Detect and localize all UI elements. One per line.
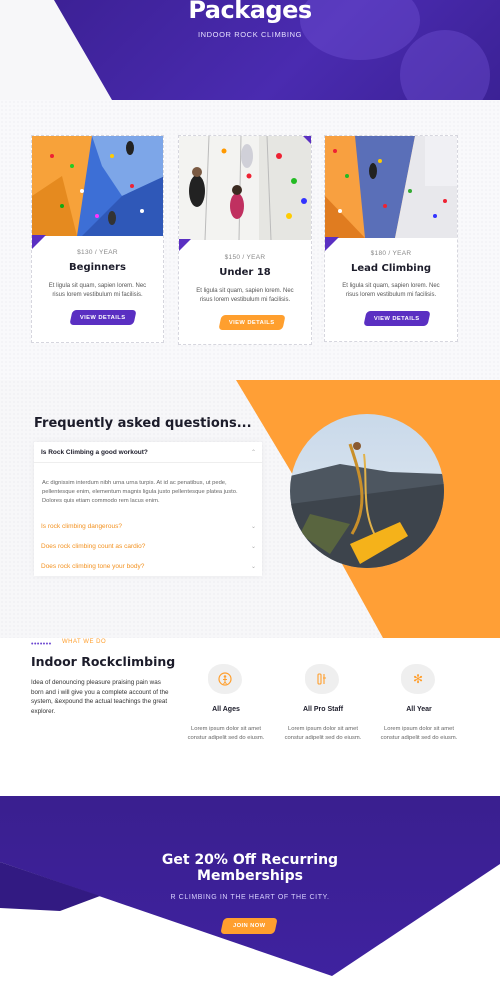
what-we-do-section: ••••••• WHAT WE DO Indoor Rockclimbing I… <box>0 638 500 796</box>
section-label: WHAT WE DO <box>62 639 107 645</box>
faq-section: Frequently asked questions... Is Rock Cl… <box>0 380 500 638</box>
section-title: Indoor Rockclimbing <box>31 654 176 669</box>
faq-accordion: Is Rock Climbing a good workout? ⌃ Ac di… <box>34 442 262 576</box>
dots-decor: ••••••• <box>31 641 52 648</box>
faq-question[interactable]: Is rock climbing dangerous? ⌄ <box>41 523 256 530</box>
faq-question-text: Does rock climbing count as cardio? <box>41 543 146 550</box>
lead-climbing-image <box>325 136 457 238</box>
feature-all-year: ✻ All Year Lorem ipsum dolor sit amet co… <box>369 664 469 764</box>
package-title: Under 18 <box>219 267 271 278</box>
package-image <box>325 136 457 238</box>
page-title: Packages <box>188 0 312 24</box>
feature-all-ages: All Ages Lorem ipsum dolor sit amet cons… <box>176 664 276 764</box>
faq-question-text: Does rock climbing tone your body? <box>41 563 145 570</box>
feature-description: Lorem ipsum dolor sit amet constur adipe… <box>380 726 458 741</box>
packages-section: $130 / YEAR Beginners Et ligula sit quam… <box>0 100 500 380</box>
cta-title-line: Memberships <box>197 868 303 884</box>
chevron-down-icon: ⌄ <box>250 544 256 550</box>
package-price: $130 / YEAR <box>77 249 118 256</box>
hero-decor <box>400 30 490 100</box>
corner-accent <box>179 239 191 251</box>
snowflake-icon: ✻ <box>401 664 435 694</box>
chevron-down-icon: ⌄ <box>250 564 256 570</box>
package-price: $150 / YEAR <box>224 254 266 261</box>
faq-question-open[interactable]: Is Rock Climbing a good workout? ⌃ <box>41 449 256 456</box>
chevron-up-icon: ⌃ <box>250 450 256 456</box>
package-image <box>179 136 311 240</box>
package-image <box>32 136 163 236</box>
staff-icon <box>305 664 339 694</box>
package-card-lead-climbing: $180 / YEAR Lead Climbing Et ligula sit … <box>324 135 458 342</box>
faq-title: Frequently asked questions... <box>34 416 252 431</box>
feature-title: All Year <box>406 706 432 713</box>
feature-description: Lorem ipsum dolor sit amet constur adipe… <box>187 726 265 741</box>
view-details-button[interactable]: VIEW DETAILS <box>363 311 431 326</box>
hero-banner: Packages INDOOR ROCK CLIMBING <box>0 0 500 100</box>
cta-title: Get 20% Off Recurring Memberships <box>0 852 500 884</box>
climbing-wall-image <box>32 136 163 236</box>
button-label: VIEW DETAILS <box>374 315 420 322</box>
package-description: Et ligula sit quam, sapien lorem. Nec ri… <box>342 283 440 298</box>
climber-icon <box>208 664 242 694</box>
package-description: Et ligula sit quam, sapien lorem. Nec ri… <box>196 288 294 303</box>
chevron-down-icon: ⌄ <box>250 524 256 530</box>
rock-climbing-photo <box>290 414 444 568</box>
corner-accent <box>32 235 46 249</box>
divider <box>34 462 262 463</box>
kids-climbing-image <box>179 136 311 240</box>
view-details-button[interactable]: VIEW DETAILS <box>218 315 286 330</box>
corner-accent <box>303 136 311 144</box>
climber-photo <box>290 414 444 568</box>
feature-title: All Pro Staff <box>302 706 344 713</box>
button-label: JOIN NOW <box>232 923 266 929</box>
section-text: Idea of denouncing pleasure praising pai… <box>31 679 169 715</box>
feature-description: Lorem ipsum dolor sit amet constur adipe… <box>284 726 362 741</box>
feature-all-pro-staff: All Pro Staff Lorem ipsum dolor sit amet… <box>273 664 373 764</box>
cta-subtitle: R CLIMBING IN THE HEART OF THE CITY. <box>170 894 330 901</box>
package-title: Beginners <box>69 262 126 273</box>
faq-question[interactable]: Does rock climbing tone your body? ⌄ <box>41 563 256 570</box>
cta-title-line: Get 20% Off Recurring <box>161 852 339 868</box>
faq-question[interactable]: Does rock climbing count as cardio? ⌄ <box>41 543 256 550</box>
button-label: VIEW DETAILS <box>229 319 275 326</box>
cta-section: Get 20% Off Recurring Memberships R CLIM… <box>0 796 500 984</box>
corner-accent <box>325 237 339 251</box>
package-card-under-18: $150 / YEAR Under 18 Et ligula sit quam,… <box>178 135 312 345</box>
package-card-beginners: $130 / YEAR Beginners Et ligula sit quam… <box>31 135 164 343</box>
feature-title: All Ages <box>212 706 240 713</box>
package-description: Et ligula sit quam, sapien lorem. Nec ri… <box>48 283 147 298</box>
page-subtitle: INDOOR ROCK CLIMBING <box>197 30 303 39</box>
faq-question-text: Is Rock Climbing a good workout? <box>41 449 148 456</box>
package-title: Lead Climbing <box>350 263 432 274</box>
faq-answer: Ac dignissim interdum nibh urna urna tur… <box>42 480 238 504</box>
join-now-button[interactable]: JOIN NOW <box>220 918 278 934</box>
view-details-button[interactable]: VIEW DETAILS <box>69 310 137 325</box>
button-label: VIEW DETAILS <box>80 314 126 321</box>
faq-question-text: Is rock climbing dangerous? <box>41 523 122 530</box>
package-price: $180 / YEAR <box>370 250 412 257</box>
